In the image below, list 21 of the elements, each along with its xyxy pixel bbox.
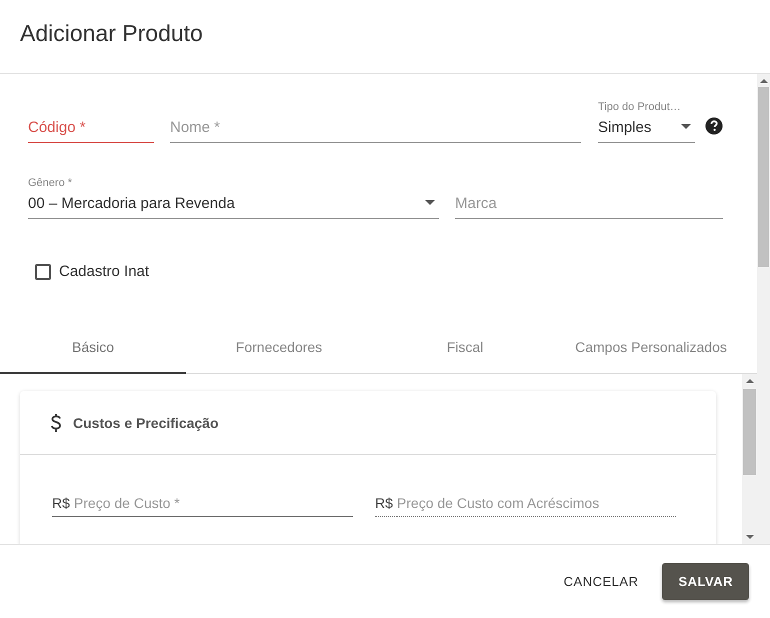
tab[interactable]: Campos Personalizados (558, 322, 744, 374)
dialog-title: Adicionar Produto (20, 20, 203, 47)
scrollbar[interactable] (742, 374, 757, 544)
dollar-icon (50, 412, 62, 432)
tab[interactable]: Fiscal (372, 322, 558, 374)
scrollbar[interactable] (757, 74, 770, 544)
section-title: Custos e Precificação (73, 414, 219, 430)
checkbox-label: Cadastro Inat (59, 263, 150, 280)
help-icon[interactable] (705, 117, 723, 135)
genre-select[interactable]: Gênero * 00 – Mercadoria para Revenda (28, 177, 439, 219)
price-field[interactable]: Preço de Custo * (74, 495, 353, 517)
brand-field[interactable]: Marca (455, 191, 723, 219)
tab[interactable]: Básico (0, 322, 186, 374)
code-field[interactable]: Código * (28, 115, 154, 143)
name-field[interactable]: Nome * (170, 115, 581, 143)
currency-prefix: R$ (375, 495, 397, 517)
tab[interactable]: Fornecedores (186, 322, 372, 374)
product-type-select[interactable]: Tipo do Produt… Simples (598, 101, 695, 143)
save-button[interactable]: SALVAR (662, 563, 749, 600)
cancel-button[interactable]: CANCELAR (564, 563, 638, 600)
currency-prefix: R$ (52, 495, 74, 517)
